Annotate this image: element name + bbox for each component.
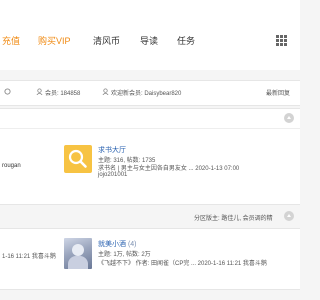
welcome-new-member[interactable]: 欢迎新会员: Daisybear820 [111, 88, 181, 97]
forum-last-user[interactable]: jojo201001 [98, 172, 127, 178]
forum-stats: 主题: 1万, 帖数: 2万 [98, 252, 151, 258]
section-moderators: 分区版主: 路佳儿, 会员调的精 [194, 216, 273, 222]
bottom-strip [0, 292, 300, 300]
collapse-icon[interactable] [284, 113, 294, 123]
forum-last-post[interactable]: 求书名 | 男主与女主因各自男友女 ... 2020-1-13 07:00 [98, 163, 239, 172]
nav-item-qingfeng-coin[interactable]: 清风币 [93, 34, 120, 47]
left-last-user[interactable]: rougan [2, 163, 21, 169]
stats-bar: 会员: 184858 欢迎新会员: Daisybear820 最新回复 [0, 80, 300, 106]
search-icon [68, 149, 87, 168]
members-icon [36, 88, 43, 95]
forum-last-post[interactable]: 《飞越不下》 作者: 田闻雀（CP完 ... 2020-1-16 11:21 我… [98, 258, 267, 267]
new-member-icon [102, 88, 109, 95]
nav-item-recharge[interactable]: 充值 [2, 34, 20, 47]
section-divider [0, 128, 300, 129]
top-navigation: 充值 购买VIP 清风币 导读 任务 [0, 0, 300, 70]
forum-title[interactable]: 求书大厅 [98, 145, 126, 155]
grid-icon[interactable] [276, 35, 287, 46]
forum-title[interactable]: 就美小酒 (4) [98, 239, 137, 249]
forum-title-count: (4) [127, 241, 137, 248]
forum-title-text: 就美小酒 [98, 241, 126, 248]
nav-item-buy-vip[interactable]: 购买VIP [38, 34, 71, 47]
forum-icon-box[interactable] [64, 145, 92, 173]
collapse-icon[interactable] [284, 211, 294, 221]
forum-thumbnail[interactable] [64, 238, 92, 269]
members-count: 会员: 184858 [45, 91, 81, 97]
nav-item-guide[interactable]: 导读 [140, 34, 158, 47]
left-last-post-time: 1-16 11:21 我喜斗鹅 [2, 254, 56, 260]
forum-section-2-header: 分区版主: 路佳儿, 会员调的精 [0, 207, 300, 227]
nav-item-tasks[interactable]: 任务 [177, 34, 195, 47]
bullet-icon [4, 88, 11, 95]
latest-replies-link[interactable]: 最新回复 [266, 88, 290, 97]
